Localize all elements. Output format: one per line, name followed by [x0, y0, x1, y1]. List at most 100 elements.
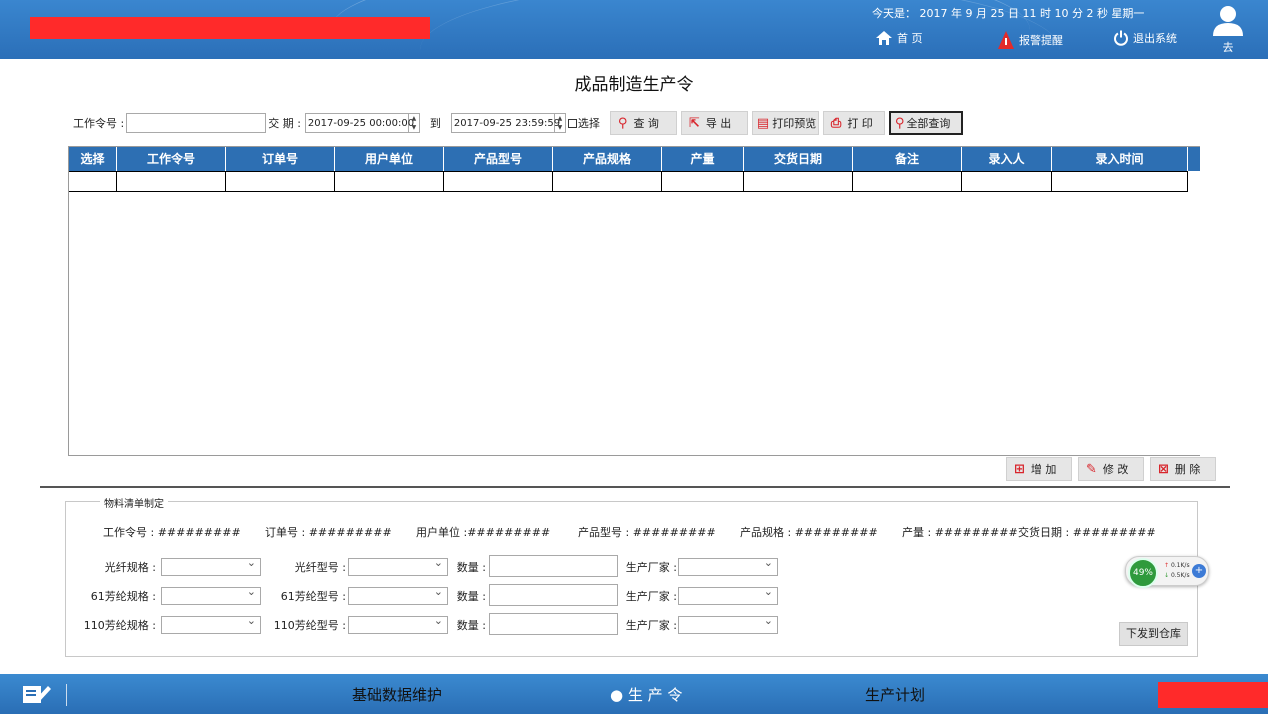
fiber-spec-select[interactable]: [161, 556, 261, 576]
plus-icon[interactable]: +: [1192, 564, 1206, 578]
user-profile[interactable]: 去: [1210, 4, 1246, 55]
aramid110-spec-label: 110芳纶规格 :: [83, 619, 156, 632]
delivery-date-label: 交 期 :: [268, 117, 301, 130]
info-value: #########: [157, 526, 241, 539]
table-cell[interactable]: [744, 172, 853, 191]
tab-basic-data[interactable]: 基础数据维护: [352, 684, 442, 705]
search-bar: 工作令号 : 交 期 : 2017-09-25 00:00:00 ▲ ▼ 到 20…: [73, 109, 963, 137]
column-header[interactable]: 备注: [853, 147, 962, 171]
fiber-model-select[interactable]: [348, 556, 448, 576]
search-icon: ⚲: [617, 115, 628, 131]
tab-production-order[interactable]: ● 生 产 令: [610, 684, 682, 705]
nav-logout[interactable]: 退出系统: [1113, 30, 1177, 46]
footer-divider: [66, 684, 67, 706]
column-header[interactable]: 录入时间: [1052, 147, 1188, 171]
aramid110-qty-input[interactable]: [489, 613, 618, 635]
bom-info-model: 产品型号 : #########: [578, 524, 716, 540]
info-label: 交货日期 :: [1018, 526, 1070, 539]
nav-alarm-label: 报警提醒: [1019, 34, 1063, 47]
search-all-icon: ⚲: [894, 115, 905, 131]
date-from-input[interactable]: 2017-09-25 00:00:00: [304, 113, 414, 133]
aramid110-spec-select[interactable]: [161, 614, 261, 634]
aramid61-maker-select[interactable]: [678, 585, 778, 605]
aramid61-model-select[interactable]: [348, 585, 448, 605]
info-label: 工作令号 :: [103, 526, 155, 539]
column-header[interactable]: 产量: [662, 147, 744, 171]
table-cell[interactable]: [117, 172, 226, 191]
print-button[interactable]: ⎙ 打 印: [822, 111, 885, 135]
nav-home[interactable]: 首 页: [875, 30, 923, 46]
cpu-percent-ring: 49%: [1128, 558, 1158, 588]
select-checkbox[interactable]: [567, 118, 577, 128]
column-header[interactable]: 用户单位: [335, 147, 444, 171]
fiber-maker-select[interactable]: [678, 556, 778, 576]
fiber-model-label: 光纤型号 :: [294, 561, 346, 574]
nav-logout-label: 退出系统: [1133, 32, 1177, 45]
table-row[interactable]: [69, 171, 1188, 192]
print-preview-button[interactable]: ▤ 打印预览: [751, 111, 819, 135]
aramid110-maker-select[interactable]: [678, 614, 778, 634]
aramid61-spec-select[interactable]: [161, 585, 261, 605]
date-from-spinner[interactable]: ▲ ▼: [408, 113, 420, 133]
info-value: #########: [308, 526, 392, 539]
column-header[interactable]: 录入人: [962, 147, 1052, 171]
query-all-button[interactable]: ⚲ 全部查询: [888, 111, 963, 135]
fiber-spec-label: 光纤规格 :: [104, 561, 156, 574]
select-checkbox-label: 选择: [577, 117, 600, 130]
page-title: 成品制造生产令: [574, 75, 694, 95]
edit-label: 修 改: [1102, 463, 1129, 476]
bom-info-quantity: 产量 : #########: [902, 524, 1018, 540]
table-cell[interactable]: [553, 172, 662, 191]
aramid110-model-select[interactable]: [348, 614, 448, 634]
column-header[interactable]: 工作令号: [117, 147, 226, 171]
power-icon: [1114, 30, 1128, 46]
delete-button[interactable]: ⊠ 删 除: [1150, 457, 1216, 481]
redacted-footer-info: [1158, 682, 1268, 708]
bottom-nav: 基础数据维护 ● 生 产 令 生产计划: [0, 674, 1268, 714]
column-header[interactable]: 产品规格: [553, 147, 662, 171]
info-value: #########: [934, 526, 1018, 539]
send-to-warehouse-button[interactable]: 下发到仓库: [1119, 622, 1188, 646]
query-button[interactable]: ⚲ 查 询: [609, 111, 677, 135]
nav-alarm[interactable]: 报警提醒: [997, 30, 1063, 50]
info-label: 产品规格 :: [740, 526, 792, 539]
column-header[interactable]: 选择: [69, 147, 117, 171]
redacted-app-title: [30, 17, 430, 39]
edit-button[interactable]: ✎ 修 改: [1078, 457, 1144, 481]
fiber-qty-label: 数量 :: [456, 561, 486, 574]
export-label: 导 出: [705, 117, 732, 130]
date-to-spinner[interactable]: ▲ ▼: [554, 113, 566, 133]
fiber-maker-label: 生产厂家 :: [625, 561, 677, 574]
table-cell[interactable]: [335, 172, 444, 191]
table-cell[interactable]: [853, 172, 962, 191]
date-to-input[interactable]: 2017-09-25 23:59:59: [450, 113, 560, 133]
column-header[interactable]: 交货日期: [744, 147, 853, 171]
column-header[interactable]: 订单号: [226, 147, 335, 171]
export-icon: ⇱: [688, 115, 700, 131]
order-number-input[interactable]: [126, 113, 267, 133]
table-cell[interactable]: [444, 172, 553, 191]
network-monitor-widget[interactable]: 49% ↑ 0.1K/s ↓ 0.5K/s +: [1125, 556, 1209, 588]
order-label: 工作令号 :: [73, 117, 125, 130]
nav-home-label: 首 页: [897, 32, 923, 45]
table-header: 选择 工作令号 订单号 用户单位 产品型号 产品规格 产量 交货日期 备注 录入…: [69, 147, 1200, 171]
column-header[interactable]: 产品型号: [444, 147, 553, 171]
export-button[interactable]: ⇱ 导 出: [680, 111, 748, 135]
add-icon: ⊞: [1014, 461, 1025, 477]
download-speed: ↓ 0.5K/s: [1164, 572, 1190, 579]
fiber-qty-input[interactable]: [489, 555, 618, 577]
table-cell[interactable]: [962, 172, 1052, 191]
table-cell[interactable]: [226, 172, 335, 191]
table-cell[interactable]: [69, 172, 117, 191]
aramid61-qty-input[interactable]: [489, 584, 618, 606]
bom-info-order: 工作令号 : #########: [103, 524, 241, 540]
bom-info-delivery: 交货日期 : #########: [1018, 524, 1156, 540]
tab-production-plan[interactable]: 生产计划: [865, 684, 925, 705]
info-label: 用户单位 :: [416, 526, 468, 539]
select-checkbox-group[interactable]: 选择: [567, 115, 600, 131]
table-cell[interactable]: [1052, 172, 1188, 191]
toolbar-buttons: ⚲ 查 询 ⇱ 导 出 ▤ 打印预览 ⎙ 打 印 ⚲ 全部查询: [609, 111, 963, 135]
add-button[interactable]: ⊞ 增 加: [1006, 457, 1072, 481]
notepad-edit-icon[interactable]: [22, 683, 52, 705]
table-cell[interactable]: [662, 172, 744, 191]
